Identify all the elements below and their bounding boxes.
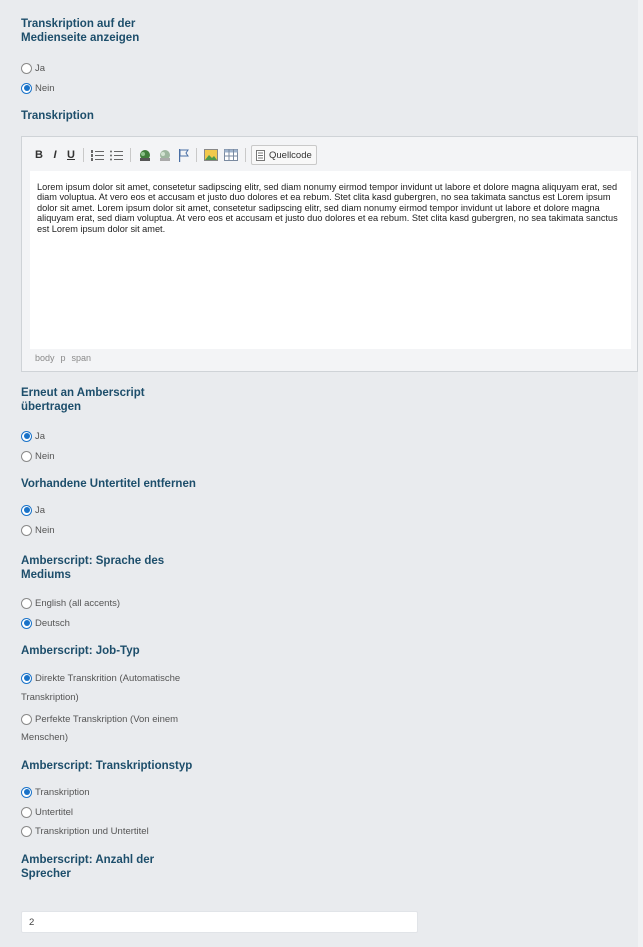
- radio-label: English (all accents): [35, 597, 121, 609]
- radio-icon[interactable]: [21, 62, 32, 74]
- title-line: Amberscript: Sprache des: [21, 555, 165, 567]
- table-icon[interactable]: [222, 147, 240, 163]
- speakers-input[interactable]: [21, 911, 418, 933]
- title-line: Medienseite anzeigen: [21, 32, 140, 44]
- form: Transkription auf der Medienseite anzeig…: [0, 0, 643, 947]
- field-title-transcription: Transkription: [21, 110, 94, 122]
- radio-show-nein[interactable]: Nein: [21, 81, 55, 95]
- underline-button[interactable]: U: [64, 147, 78, 163]
- field-title-language: Amberscript: Sprache des Mediums: [21, 554, 164, 582]
- path-item[interactable]: p: [61, 353, 66, 363]
- radio-remove-ja[interactable]: Ja: [21, 503, 45, 517]
- editor-content[interactable]: Lorem ipsum dolor sit amet, consetetur s…: [30, 171, 631, 349]
- radio-job-perfect[interactable]: Perfekte Transkription (Von einem: [21, 712, 178, 726]
- toolbar-separator: [83, 148, 84, 162]
- field-title-show-transcription: Transkription auf der Medienseite anzeig…: [21, 17, 139, 45]
- radio-label-continued: Menschen): [21, 732, 68, 743]
- radio-label: Perfekte Transkription (Von einem: [35, 713, 179, 725]
- field-title-job-type: Amberscript: Job-Typ: [21, 645, 140, 657]
- source-code-button[interactable]: Quellcode: [251, 145, 317, 165]
- radio-icon[interactable]: [21, 806, 32, 818]
- radio-icon-checked[interactable]: [21, 82, 32, 94]
- bold-button[interactable]: B: [32, 147, 46, 163]
- radio-language-deutsch[interactable]: Deutsch: [21, 616, 70, 630]
- radio-language-english[interactable]: English (all accents): [21, 596, 120, 610]
- radio-icon[interactable]: [21, 524, 32, 536]
- source-code-label: Quellcode: [269, 149, 312, 161]
- title-line: Amberscript: Anzahl der: [21, 854, 155, 866]
- radio-icon-checked[interactable]: [21, 617, 32, 629]
- italic-button[interactable]: I: [48, 147, 62, 163]
- radio-icon[interactable]: [21, 450, 32, 462]
- radio-icon-checked[interactable]: [21, 504, 32, 516]
- radio-label: Ja: [35, 430, 46, 442]
- radio-icon-checked[interactable]: [21, 672, 32, 684]
- radio-icon-checked[interactable]: [21, 786, 32, 798]
- path-item[interactable]: body: [35, 353, 55, 363]
- title-line: Mediums: [21, 569, 71, 581]
- rich-text-editor: B I U Quellcode Lorem ipsum dolor sit am…: [21, 136, 638, 372]
- editor-text: Lorem ipsum dolor sit amet, consetetur s…: [37, 182, 618, 234]
- radio-label: Deutsch: [35, 617, 70, 629]
- title-line: Transkription auf der: [21, 18, 136, 30]
- radio-label: Ja: [35, 62, 46, 74]
- unlink-icon[interactable]: [156, 147, 174, 163]
- field-title-transcription-type: Amberscript: Transkriptionstyp: [21, 760, 193, 772]
- radio-label: Untertitel: [35, 806, 74, 818]
- radio-label: Nein: [35, 524, 55, 536]
- title-line: übertragen: [21, 401, 82, 413]
- field-title-speakers: Amberscript: Anzahl der Sprecher: [21, 853, 154, 881]
- element-path: body p span: [35, 353, 91, 363]
- radio-label-continued: Transkription): [21, 692, 79, 703]
- radio-icon[interactable]: [21, 825, 32, 837]
- path-item[interactable]: span: [72, 353, 92, 363]
- document-icon: [256, 149, 265, 161]
- editor-toolbar: B I U Quellcode: [32, 145, 317, 165]
- radio-resend-ja[interactable]: Ja: [21, 429, 45, 443]
- radio-label: Direkte Transkrition (Automatische: [35, 672, 181, 684]
- field-title-resend: Erneut an Amberscript übertragen: [21, 386, 145, 414]
- toolbar-separator: [196, 148, 197, 162]
- radio-label: Nein: [35, 450, 55, 462]
- radio-remove-nein[interactable]: Nein: [21, 523, 55, 537]
- radio-job-direct[interactable]: Direkte Transkrition (Automatische: [21, 671, 180, 685]
- radio-resend-nein[interactable]: Nein: [21, 449, 55, 463]
- radio-icon[interactable]: [21, 597, 32, 609]
- anchor-flag-icon[interactable]: [176, 147, 191, 163]
- toolbar-separator: [245, 148, 246, 162]
- radio-label: Ja: [35, 504, 46, 516]
- radio-label: Transkription und Untertitel: [35, 825, 149, 837]
- radio-label: Transkription: [35, 786, 90, 798]
- title-line: Erneut an Amberscript: [21, 387, 145, 399]
- numbered-list-icon[interactable]: [89, 147, 106, 163]
- radio-icon[interactable]: [21, 713, 32, 725]
- radio-type-subtitles[interactable]: Untertitel: [21, 805, 73, 819]
- radio-show-ja[interactable]: Ja: [21, 61, 45, 75]
- field-title-remove-subtitles: Vorhandene Untertitel entfernen: [21, 478, 196, 490]
- page-edge: [638, 0, 643, 947]
- link-icon[interactable]: [136, 147, 154, 163]
- radio-label: Nein: [35, 82, 55, 94]
- title-line: Sprecher: [21, 868, 71, 880]
- toolbar-separator: [130, 148, 131, 162]
- radio-type-transcription[interactable]: Transkription: [21, 785, 90, 799]
- image-icon[interactable]: [202, 147, 220, 163]
- bullet-list-icon[interactable]: [108, 147, 125, 163]
- radio-icon-checked[interactable]: [21, 430, 32, 442]
- radio-type-both[interactable]: Transkription und Untertitel: [21, 824, 149, 838]
